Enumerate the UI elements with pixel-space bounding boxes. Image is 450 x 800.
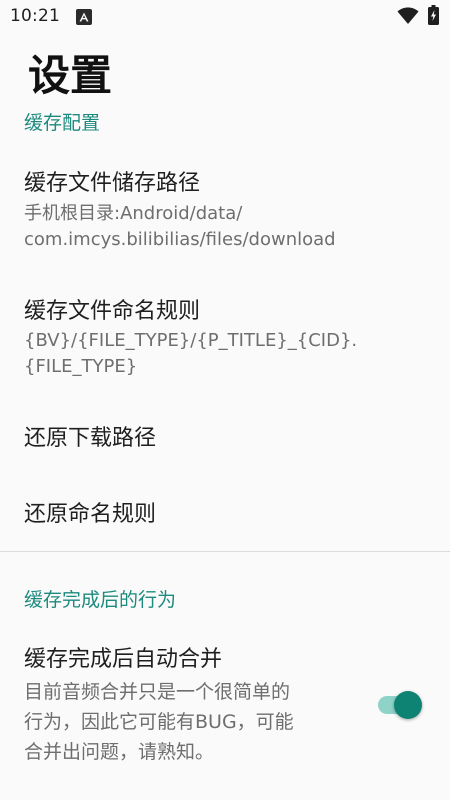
switch-thumb bbox=[394, 691, 422, 719]
auto-merge-switch[interactable] bbox=[376, 691, 422, 719]
wifi-icon bbox=[397, 7, 419, 29]
status-time: 10:21 bbox=[10, 6, 60, 26]
pref-title: 缓存文件命名规则 bbox=[24, 299, 201, 324]
pref-title: 缓存文件储存路径 bbox=[24, 171, 201, 196]
pref-auto-merge[interactable]: 缓存完成后自动合并 目前音频合并只是一个很简单的 行为，因此它可能有BUG，可能… bbox=[0, 635, 450, 770]
page-title: 设置 bbox=[28, 51, 113, 100]
pref-restore-naming-rule[interactable]: 还原命名规则 bbox=[0, 490, 450, 546]
pref-summary: 手机根目录:Android/data/ com.imcys.bilibilias… bbox=[24, 203, 336, 250]
pref-title: 还原下载路径 bbox=[24, 426, 157, 451]
pref-summary: 目前音频合并只是一个很简单的 行为，因此它可能有BUG，可能 合并出问题，请熟知… bbox=[24, 681, 294, 763]
pref-restore-download-path[interactable]: 还原下载路径 bbox=[0, 414, 450, 470]
notification-a-icon bbox=[76, 9, 92, 25]
pref-title: 还原命名规则 bbox=[24, 502, 157, 527]
pref-summary: {BV}/{FILE_TYPE}/{P_TITLE}_{CID}. {FILE_… bbox=[24, 330, 358, 377]
section-header-after-cache: 缓存完成后的行为 bbox=[24, 589, 177, 611]
section-divider bbox=[0, 551, 450, 552]
section-header-cache-config: 缓存配置 bbox=[24, 112, 101, 134]
pref-title: 缓存完成后自动合并 bbox=[24, 647, 223, 672]
battery-charging-icon bbox=[428, 5, 439, 25]
pref-cache-path[interactable]: 缓存文件储存路径 手机根目录:Android/data/ com.imcys.b… bbox=[0, 160, 450, 270]
status-bar: 10:21 bbox=[0, 0, 450, 34]
pref-naming-rule[interactable]: 缓存文件命名规则 {BV}/{FILE_TYPE}/{P_TITLE}_{CID… bbox=[0, 288, 450, 388]
